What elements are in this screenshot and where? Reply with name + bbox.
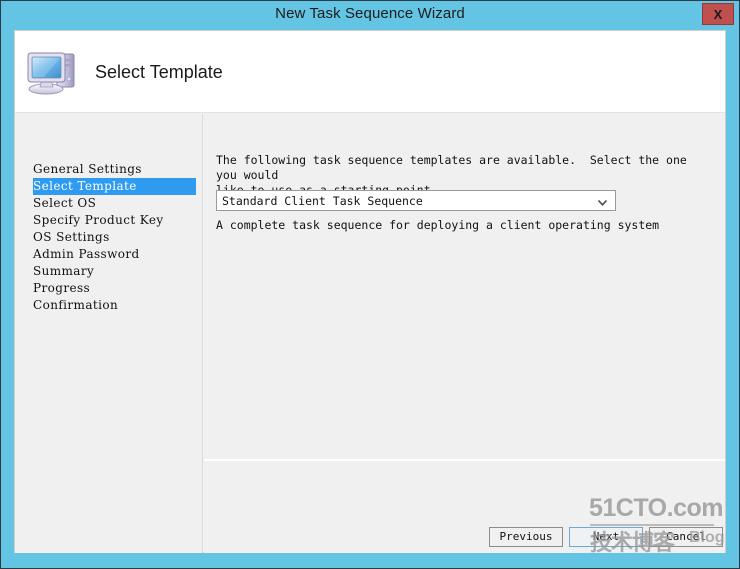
title-bar: New Task Sequence Wizard X xyxy=(1,1,739,28)
chevron-down-icon xyxy=(597,195,608,206)
wizard-window: New Task Sequence Wizard X Select Templa… xyxy=(0,0,740,569)
template-select-value: Standard Client Task Sequence xyxy=(222,194,423,208)
window-title: New Task Sequence Wizard xyxy=(275,5,465,22)
next-button[interactable]: Next xyxy=(569,527,643,547)
sidebar-item-specify-product-key[interactable]: Specify Product Key xyxy=(33,212,196,229)
page-title: Select Template xyxy=(95,62,223,82)
sidebar-item-select-template[interactable]: Select Template xyxy=(33,178,196,195)
template-description: A complete task sequence for deploying a… xyxy=(216,218,660,232)
sidebar-item-admin-password[interactable]: Admin Password xyxy=(33,246,196,263)
sidebar-item-confirmation[interactable]: Confirmation xyxy=(33,297,196,314)
sidebar-item-os-settings[interactable]: OS Settings xyxy=(33,229,196,246)
close-icon: X xyxy=(713,7,723,22)
template-select-dropdown[interactable]: Standard Client Task Sequence xyxy=(216,190,616,211)
sidebar-item-general-settings[interactable]: General Settings xyxy=(33,161,196,178)
footer-bar: Previous Next Cancel xyxy=(204,461,725,553)
dialog-body: Select Template General Settings Select … xyxy=(14,30,726,553)
cancel-button[interactable]: Cancel xyxy=(649,527,723,547)
computer-monitor-icon xyxy=(24,45,80,97)
sidebar-item-progress[interactable]: Progress xyxy=(33,280,196,297)
header-banner: Select Template xyxy=(15,31,725,113)
close-button[interactable]: X xyxy=(702,3,734,25)
wizard-step-sidebar: General Settings Select Template Select … xyxy=(15,114,203,553)
previous-button[interactable]: Previous xyxy=(489,527,563,547)
sidebar-item-select-os[interactable]: Select OS xyxy=(33,195,196,212)
sidebar-item-summary[interactable]: Summary xyxy=(33,263,196,280)
